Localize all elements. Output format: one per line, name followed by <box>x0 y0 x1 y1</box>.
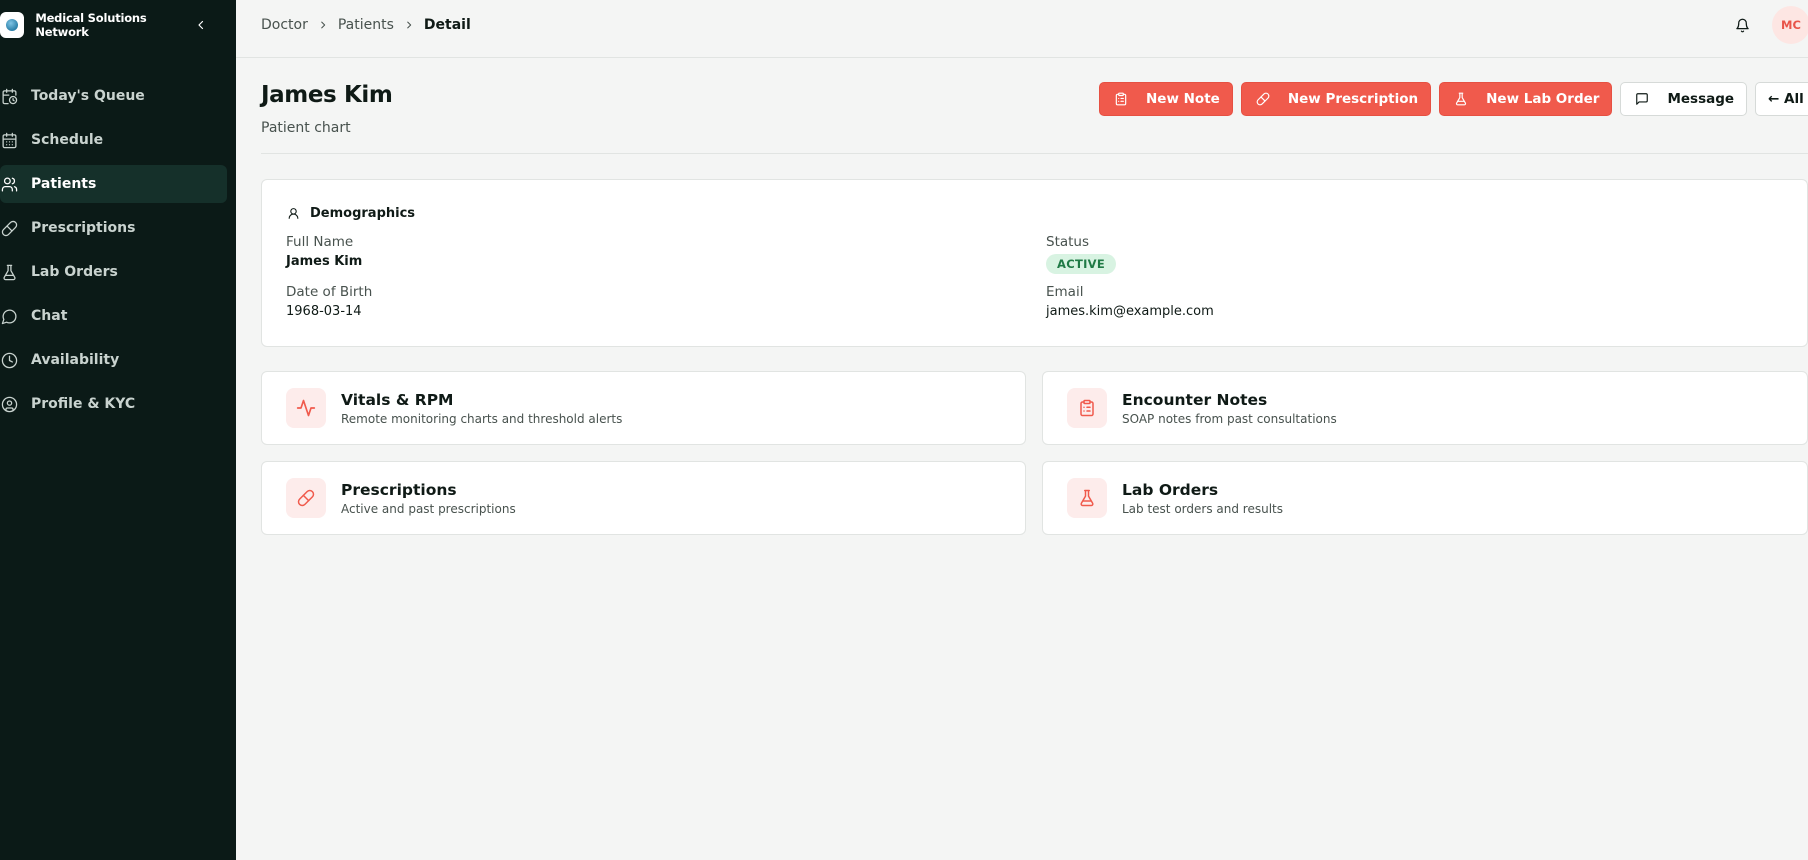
sidebar-item-label: Prescriptions <box>31 220 136 236</box>
sidebar-item-chat[interactable]: Chat <box>0 297 227 335</box>
brand-logo <box>0 12 25 38</box>
breadcrumb-patients[interactable]: Patients <box>338 17 394 33</box>
flask-icon <box>1067 478 1107 518</box>
avatar[interactable]: MC <box>1772 6 1808 44</box>
chat-bubble-icon <box>0 305 20 327</box>
page-title: James Kim <box>261 82 393 108</box>
pill-icon <box>1255 91 1271 107</box>
status-field: Status ACTIVE <box>1046 234 1117 274</box>
clipboard-icon <box>1113 91 1129 107</box>
breadcrumb: Doctor Patients Detail <box>261 17 471 33</box>
tile-description: SOAP notes from past consultations <box>1122 411 1337 426</box>
sidebar-item-availability[interactable]: Availability <box>0 341 227 379</box>
page-header: James Kim Patient chart New Note New Pre… <box>261 58 1808 154</box>
chevron-right-icon <box>318 20 328 30</box>
message-label: Message <box>1667 91 1735 107</box>
dob-label: Date of Birth <box>286 284 373 300</box>
sidebar-item-label: Chat <box>31 308 68 324</box>
sidebar-item-lab-orders[interactable]: Lab Orders <box>0 253 227 291</box>
chevron-right-icon <box>404 20 414 30</box>
notifications-button[interactable] <box>1732 15 1752 35</box>
sidebar-item-profile-kyc[interactable]: Profile & KYC <box>0 385 227 423</box>
page-subtitle: Patient chart <box>261 120 351 136</box>
users-icon <box>0 173 20 195</box>
message-button[interactable]: Message <box>1620 82 1748 116</box>
demographics-card: Demographics Full Name James Kim Date of… <box>261 179 1808 347</box>
all-patients-label: ← All Patients <box>1768 91 1808 107</box>
prescriptions-tile[interactable]: Prescriptions Active and past prescripti… <box>261 461 1026 535</box>
tile-title: Vitals & RPM <box>341 390 454 409</box>
breadcrumb-doctor[interactable]: Doctor <box>261 17 308 33</box>
lab-orders-tile[interactable]: Lab Orders Lab test orders and results <box>1042 461 1808 535</box>
sidebar-item-label: Lab Orders <box>31 264 118 280</box>
breadcrumb-detail: Detail <box>423 16 471 33</box>
user-circle-icon <box>0 393 20 415</box>
activity-icon <box>286 388 326 428</box>
encounter-notes-tile[interactable]: Encounter Notes SOAP notes from past con… <box>1042 371 1808 445</box>
new-note-button[interactable]: New Note <box>1099 82 1233 116</box>
email-label: Email <box>1046 284 1084 300</box>
full-name-field: Full Name James Kim <box>286 234 362 269</box>
status-label: Status <box>1046 234 1090 250</box>
new-prescription-button[interactable]: New Prescription <box>1240 82 1432 116</box>
sidebar-nav: Today's Queue Schedule Patients Prescrip… <box>0 77 236 423</box>
new-note-label: New Note <box>1146 91 1220 107</box>
demographics-title: Demographics <box>286 206 415 221</box>
tile-title: Lab Orders <box>1122 480 1219 499</box>
sidebar-item-schedule[interactable]: Schedule <box>0 121 227 159</box>
pill-icon <box>286 478 326 518</box>
action-bar: New Note New Prescription New Lab Order … <box>1099 82 1808 116</box>
sidebar-item-patients[interactable]: Patients <box>0 165 227 203</box>
flask-icon <box>0 261 20 283</box>
collapse-sidebar-button[interactable] <box>193 17 208 33</box>
email-value: james.kim@example.com <box>1046 304 1214 319</box>
sidebar-item-label: Schedule <box>31 132 104 148</box>
chat-bubble-icon <box>1634 91 1650 107</box>
all-patients-button[interactable]: ← All Patients <box>1755 82 1808 116</box>
tile-description: Active and past prescriptions <box>341 501 516 516</box>
brand-name: Medical Solutions Network <box>35 11 147 39</box>
status-badge: ACTIVE <box>1046 254 1117 274</box>
sidebar-item-label: Availability <box>31 352 120 368</box>
sidebar-item-label: Patients <box>31 176 97 192</box>
bell-icon <box>1735 18 1749 32</box>
pill-icon <box>0 217 20 239</box>
tile-title: Encounter Notes <box>1122 390 1268 409</box>
topbar: Doctor Patients Detail MC <box>236 0 1808 58</box>
new-prescription-label: New Prescription <box>1287 91 1419 107</box>
vitals-rpm-tile[interactable]: Vitals & RPM Remote monitoring charts an… <box>261 371 1026 445</box>
tile-description: Remote monitoring charts and threshold a… <box>341 411 623 426</box>
sidebar-item-todays-queue[interactable]: Today's Queue <box>0 77 227 115</box>
new-lab-order-label: New Lab Order <box>1486 91 1600 107</box>
chevron-left-icon <box>197 20 203 30</box>
user-icon <box>286 207 300 221</box>
dob-field: Date of Birth 1968-03-14 <box>286 284 372 319</box>
clock-icon <box>0 349 20 371</box>
calendar-clock-icon <box>0 85 20 107</box>
clipboard-icon <box>1067 388 1107 428</box>
full-name-label: Full Name <box>286 234 354 250</box>
dob-value: 1968-03-14 <box>286 304 362 319</box>
calendar-icon <box>0 129 20 151</box>
email-field: Email james.kim@example.com <box>1046 284 1214 319</box>
flask-icon <box>1453 91 1469 107</box>
full-name-value: James Kim <box>286 254 363 269</box>
main-content: James Kim Patient chart New Note New Pre… <box>261 58 1808 535</box>
sidebar-item-label: Profile & KYC <box>31 396 136 412</box>
demographics-title-text: Demographics <box>310 206 416 221</box>
brand: Medical Solutions Network <box>0 0 236 50</box>
tile-title: Prescriptions <box>341 480 457 499</box>
sidebar-item-label: Today's Queue <box>31 88 145 104</box>
sidebar-item-prescriptions[interactable]: Prescriptions <box>0 209 227 247</box>
topbar-right: MC <box>1732 0 1808 50</box>
tile-description: Lab test orders and results <box>1122 501 1283 516</box>
new-lab-order-button[interactable]: New Lab Order <box>1439 82 1613 116</box>
sidebar: Medical Solutions Network Today's Queue … <box>0 0 236 860</box>
